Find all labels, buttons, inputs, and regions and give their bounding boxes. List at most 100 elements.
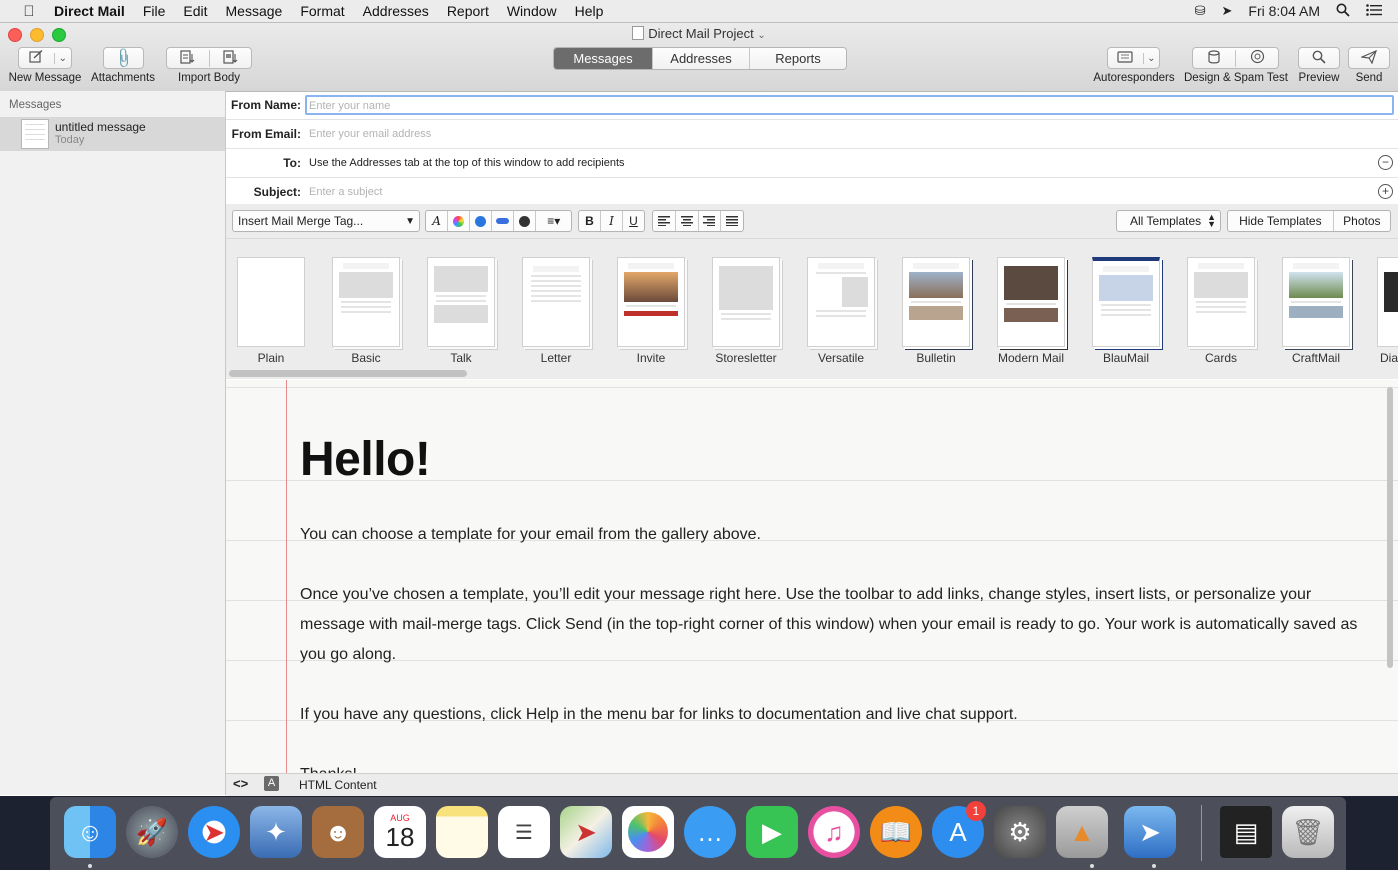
menu-report[interactable]: Report bbox=[447, 3, 489, 19]
format-toolbar: Insert Mail Merge Tag... ▼ A ≡▾ B I U Al… bbox=[226, 204, 1398, 239]
import-body-button[interactable] bbox=[166, 47, 252, 69]
align-left-icon[interactable] bbox=[653, 211, 676, 231]
itunes-icon[interactable]: ♫ bbox=[808, 806, 860, 858]
to-label: To: bbox=[283, 156, 301, 170]
template-bulletin[interactable]: Bulletin bbox=[901, 257, 971, 365]
trash-icon[interactable]: 🗑 bbox=[1282, 806, 1334, 858]
template-actions: Hide Templates Photos bbox=[1227, 210, 1391, 232]
tab-messages[interactable]: Messages bbox=[554, 48, 653, 69]
status-send-icon[interactable]: ➤ bbox=[1222, 3, 1233, 19]
status-robot-icon[interactable]: ⛁ bbox=[1195, 3, 1206, 19]
add-icon[interactable]: + bbox=[1378, 184, 1393, 199]
button-icon[interactable] bbox=[492, 211, 515, 231]
color-wheel-icon[interactable] bbox=[448, 211, 471, 231]
reminders-icon[interactable]: ☰ bbox=[498, 806, 550, 858]
tab-reports[interactable]: Reports bbox=[750, 48, 846, 69]
menu-window[interactable]: Window bbox=[507, 3, 557, 19]
menubar-clock[interactable]: Fri 8:04 AM bbox=[1248, 3, 1320, 19]
code-view-icon[interactable]: <> bbox=[233, 776, 248, 791]
menu-edit[interactable]: Edit bbox=[183, 3, 207, 19]
safari-icon[interactable]: ➤ bbox=[188, 806, 240, 858]
text-view-icon[interactable]: A bbox=[264, 776, 279, 791]
underline-button[interactable]: U bbox=[623, 211, 644, 231]
messages-icon[interactable]: … bbox=[684, 806, 736, 858]
design-spam-test-button[interactable] bbox=[1192, 47, 1279, 69]
text-style-buttons: B I U bbox=[578, 210, 645, 232]
messages-sidebar: Messages untitled message Today bbox=[0, 91, 226, 795]
direct-mail-icon[interactable]: ➤ bbox=[1124, 806, 1176, 858]
chevron-down-icon[interactable]: ⌄ bbox=[1142, 52, 1159, 64]
app-store-icon[interactable]: A 1 bbox=[932, 801, 986, 858]
template-blaumail[interactable]: BlauMail bbox=[1091, 257, 1161, 365]
menu-help[interactable]: Help bbox=[575, 3, 604, 19]
template-dia[interactable]: Dia bbox=[1376, 257, 1398, 365]
template-talk[interactable]: Talk bbox=[426, 257, 496, 365]
video-icon[interactable] bbox=[514, 211, 537, 231]
contacts-icon[interactable]: ☻ bbox=[312, 806, 364, 858]
chevron-down-icon[interactable]: ⌄ bbox=[53, 52, 71, 64]
template-storesletter[interactable]: Storesletter bbox=[711, 257, 781, 365]
mail-eagle-icon[interactable]: ✦ bbox=[250, 806, 302, 858]
gallery-scrollbar[interactable] bbox=[229, 370, 467, 377]
menu-addresses[interactable]: Addresses bbox=[363, 3, 429, 19]
send-button[interactable] bbox=[1348, 47, 1390, 69]
from-name-field[interactable] bbox=[305, 95, 1394, 115]
new-message-button[interactable]: ⌄ bbox=[18, 47, 72, 69]
system-preferences-icon[interactable]: ⚙ bbox=[994, 806, 1046, 858]
subject-field[interactable]: Enter a subject bbox=[309, 186, 382, 198]
photos-button[interactable]: Photos bbox=[1334, 211, 1390, 231]
from-email-field[interactable]: Enter your email address bbox=[309, 128, 431, 140]
autoresponders-button[interactable]: ⌄ bbox=[1107, 47, 1160, 69]
italic-button[interactable]: I bbox=[601, 211, 623, 231]
notes-icon[interactable] bbox=[436, 806, 488, 858]
to-field[interactable]: Use the Addresses tab at the top of this… bbox=[309, 157, 625, 169]
notification-center-icon[interactable] bbox=[1366, 3, 1382, 19]
calendar-icon[interactable]: AUG 18 bbox=[374, 806, 426, 858]
updown-chevron-icon: ▲ ▼ bbox=[1207, 212, 1216, 229]
template-craftmail[interactable]: CraftMail bbox=[1281, 257, 1351, 365]
menu-app-name[interactable]: Direct Mail bbox=[54, 3, 125, 19]
template-letter[interactable]: Letter bbox=[521, 257, 591, 365]
align-justify-icon[interactable] bbox=[721, 211, 743, 231]
preview-button[interactable] bbox=[1298, 47, 1340, 69]
editor-scrollbar[interactable] bbox=[1387, 387, 1393, 668]
downloads-stack-icon[interactable]: ▤ bbox=[1220, 806, 1272, 858]
ibooks-icon[interactable]: 📖 bbox=[870, 806, 922, 858]
menu-message[interactable]: Message bbox=[226, 3, 283, 19]
body-paragraph-4: Thanks! bbox=[300, 760, 1360, 773]
font-icon[interactable]: A bbox=[426, 211, 449, 231]
link-icon[interactable] bbox=[470, 211, 493, 231]
mail-merge-select[interactable]: Insert Mail Merge Tag... ▼ bbox=[232, 210, 420, 232]
spotlight-search-icon[interactable] bbox=[1336, 3, 1350, 20]
document-icon bbox=[632, 26, 645, 40]
align-center-icon[interactable] bbox=[676, 211, 699, 231]
templates-filter-select[interactable]: All Templates ▲ ▼ bbox=[1116, 210, 1221, 232]
finder-icon[interactable]: ☺ bbox=[64, 806, 116, 858]
tab-addresses[interactable]: Addresses bbox=[653, 48, 750, 69]
template-versatile[interactable]: Versatile bbox=[806, 257, 876, 365]
list-item[interactable]: untitled message Today bbox=[0, 117, 225, 151]
photos-icon[interactable] bbox=[622, 806, 674, 858]
template-basic[interactable]: Basic bbox=[331, 257, 401, 365]
list-icon[interactable]: ≡▾ bbox=[536, 211, 571, 231]
template-modern-mail[interactable]: Modern Mail bbox=[996, 257, 1066, 365]
window-title[interactable]: Direct Mail Project ⌄ bbox=[0, 26, 1398, 41]
template-invite[interactable]: Invite bbox=[616, 257, 686, 365]
maps-icon[interactable]: ➤ bbox=[560, 806, 612, 858]
bold-button[interactable]: B bbox=[579, 211, 601, 231]
launchpad-icon[interactable]: 🚀 bbox=[126, 806, 178, 858]
template-plain[interactable]: Plain bbox=[236, 257, 306, 365]
menu-format[interactable]: Format bbox=[300, 3, 344, 19]
menu-file[interactable]: File bbox=[143, 3, 166, 19]
hide-templates-button[interactable]: Hide Templates bbox=[1228, 211, 1334, 231]
align-right-icon[interactable] bbox=[699, 211, 722, 231]
message-body-editor[interactable]: Hello! You can choose a template for you… bbox=[226, 380, 1398, 773]
facetime-icon[interactable]: ▶ bbox=[746, 806, 798, 858]
sidebar-header: Messages bbox=[9, 99, 62, 111]
remove-icon[interactable]: − bbox=[1378, 155, 1393, 170]
attachments-button[interactable]: 📎 bbox=[103, 46, 144, 69]
apple-menu-icon[interactable]:  bbox=[20, 3, 38, 20]
menu-bar:  Direct Mail File Edit Message Format A… bbox=[0, 0, 1398, 23]
template-cards[interactable]: Cards bbox=[1186, 257, 1256, 365]
xcode-tools-icon[interactable]: ▲ bbox=[1056, 806, 1108, 858]
